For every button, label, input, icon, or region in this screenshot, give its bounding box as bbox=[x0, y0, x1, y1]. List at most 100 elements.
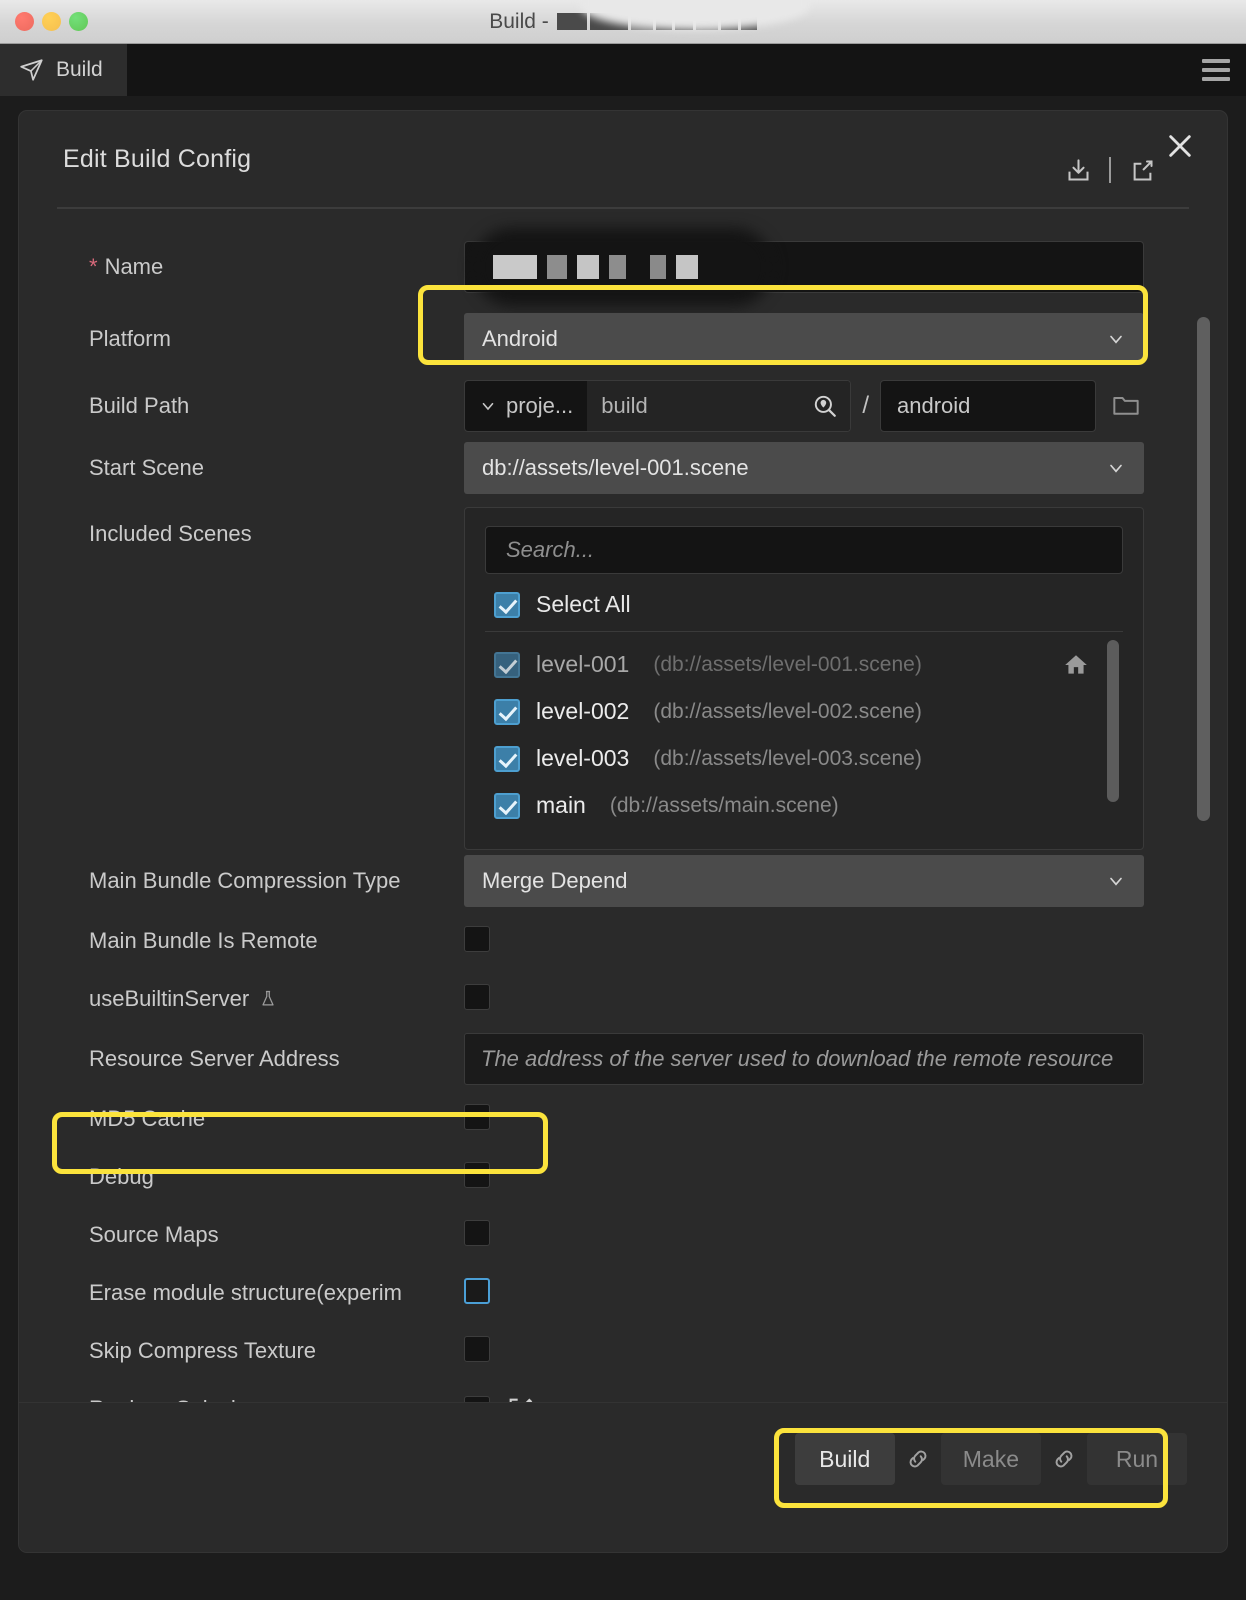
build-path-target-value: android bbox=[897, 393, 970, 419]
list-item[interactable]: level-001 (db://assets/level-001.scene) bbox=[485, 641, 1123, 688]
home-icon bbox=[1063, 652, 1089, 678]
row-use-builtin-server: useBuiltinServer bbox=[19, 970, 1227, 1028]
list-item[interactable]: level-002 (db://assets/level-002.scene) bbox=[485, 688, 1123, 735]
row-name: *Name bbox=[19, 231, 1227, 303]
row-erase-module-structure: Erase module structure(experim bbox=[19, 1264, 1227, 1322]
select-all-label: Select All bbox=[536, 591, 631, 618]
row-start-scene: Start Scene db://assets/level-001.scene bbox=[19, 437, 1227, 499]
scene-checkbox[interactable] bbox=[494, 793, 520, 819]
hamburger-icon[interactable] bbox=[1202, 59, 1230, 81]
build-config-form: *Name Platform Android bbox=[19, 209, 1227, 1509]
name-input[interactable] bbox=[464, 241, 1144, 293]
close-icon[interactable] bbox=[1163, 129, 1197, 163]
source-maps-checkbox[interactable] bbox=[464, 1220, 490, 1246]
select-all-checkbox[interactable] bbox=[494, 592, 520, 618]
chevron-down-icon bbox=[1106, 458, 1126, 478]
row-debug: Debug bbox=[19, 1148, 1227, 1206]
row-main-bundle-is-remote: Main Bundle Is Remote bbox=[19, 912, 1227, 970]
label-md5-cache: MD5 Cache bbox=[89, 1106, 464, 1132]
label-name: *Name bbox=[89, 254, 464, 280]
path-separator: / bbox=[851, 392, 880, 420]
scene-path: (db://assets/main.scene) bbox=[610, 794, 839, 818]
build-path-prefix-dropdown[interactable]: proje... bbox=[465, 393, 587, 419]
main-bundle-compression-type-value: Merge Depend bbox=[482, 868, 628, 894]
build-path-target-input[interactable]: android bbox=[880, 380, 1096, 432]
tab-build[interactable]: Build bbox=[0, 44, 127, 96]
md5-cache-checkbox[interactable] bbox=[464, 1104, 490, 1130]
experimental-flask-icon bbox=[258, 989, 278, 1009]
list-item[interactable]: main (db://assets/main.scene) bbox=[485, 782, 1123, 829]
resource-server-address-input[interactable]: The address of the server used to downlo… bbox=[464, 1033, 1144, 1085]
label-use-builtin-server: useBuiltinServer bbox=[89, 986, 464, 1012]
scene-checkbox[interactable] bbox=[494, 746, 520, 772]
label-resource-server-address: Resource Server Address bbox=[89, 1046, 464, 1072]
start-scene-value: db://assets/level-001.scene bbox=[482, 455, 749, 481]
skip-compress-texture-checkbox[interactable] bbox=[464, 1336, 490, 1362]
row-resource-server-address: Resource Server Address The address of t… bbox=[19, 1028, 1227, 1090]
label-skip-compress-texture: Skip Compress Texture bbox=[89, 1338, 464, 1364]
link-icon[interactable] bbox=[1051, 1446, 1077, 1472]
build-path-dir-value: build bbox=[601, 393, 647, 419]
main-bundle-is-remote-checkbox[interactable] bbox=[464, 926, 490, 952]
dialog-footer: Build Make Run bbox=[19, 1402, 1227, 1552]
scene-checkbox[interactable] bbox=[494, 699, 520, 725]
label-platform: Platform bbox=[89, 326, 464, 352]
scene-name: level-001 bbox=[536, 651, 629, 678]
label-main-bundle-is-remote: Main Bundle Is Remote bbox=[89, 928, 464, 954]
label-start-scene: Start Scene bbox=[89, 455, 464, 481]
import-icon[interactable] bbox=[1063, 155, 1093, 185]
list-item[interactable]: level-003 (db://assets/level-003.scene) bbox=[485, 735, 1123, 782]
scene-path: (db://assets/level-002.scene) bbox=[653, 700, 921, 724]
run-button[interactable]: Run bbox=[1087, 1433, 1187, 1485]
edit-build-config-dialog: Edit Build Config bbox=[18, 110, 1228, 1553]
label-source-maps: Source Maps bbox=[89, 1222, 464, 1248]
window-titlebar: Build - bbox=[0, 0, 1246, 44]
window-title-redaction bbox=[557, 13, 757, 30]
required-marker: * bbox=[89, 254, 98, 279]
scenes-search-placeholder: Search... bbox=[506, 537, 594, 563]
platform-select[interactable]: Android bbox=[464, 313, 1144, 365]
build-path-dir-input[interactable]: build bbox=[587, 381, 850, 431]
window-title-text: Build - bbox=[489, 10, 549, 34]
scenes-search-input[interactable]: Search... bbox=[485, 526, 1123, 574]
chevron-down-icon bbox=[1106, 329, 1126, 349]
erase-module-structure-checkbox[interactable] bbox=[464, 1278, 490, 1304]
resource-server-address-placeholder: The address of the server used to downlo… bbox=[481, 1046, 1113, 1072]
dialog-header-actions bbox=[1063, 155, 1157, 185]
use-builtin-server-checkbox[interactable] bbox=[464, 984, 490, 1010]
main-bundle-compression-type-select[interactable]: Merge Depend bbox=[464, 855, 1144, 907]
included-scenes-panel: Search... Select All level-001 (db://ass… bbox=[464, 507, 1144, 850]
label-build-path: Build Path bbox=[89, 393, 464, 419]
scene-name: level-002 bbox=[536, 698, 629, 725]
search-location-icon[interactable] bbox=[812, 393, 838, 419]
chevron-down-icon bbox=[479, 397, 497, 415]
start-scene-select[interactable]: db://assets/level-001.scene bbox=[464, 442, 1144, 494]
build-path-prefix-label: proje... bbox=[506, 393, 573, 419]
row-skip-compress-texture: Skip Compress Texture bbox=[19, 1322, 1227, 1380]
label-included-scenes: Included Scenes bbox=[89, 507, 464, 547]
build-path-dir-group: proje... build bbox=[464, 380, 851, 432]
send-icon bbox=[19, 57, 45, 83]
row-included-scenes: Included Scenes Search... Select All lev… bbox=[19, 499, 1227, 850]
label-erase-module-structure: Erase module structure(experim bbox=[89, 1280, 464, 1306]
scene-list-scrollbar[interactable] bbox=[1107, 640, 1119, 802]
build-action-group: Build Make Run bbox=[795, 1433, 1187, 1485]
folder-icon[interactable] bbox=[1110, 391, 1144, 421]
build-button[interactable]: Build bbox=[795, 1433, 895, 1485]
form-scrollbar[interactable] bbox=[1197, 317, 1210, 821]
debug-checkbox[interactable] bbox=[464, 1162, 490, 1188]
dialog-title: Edit Build Config bbox=[63, 145, 251, 174]
link-icon[interactable] bbox=[905, 1446, 931, 1472]
export-icon[interactable] bbox=[1127, 155, 1157, 185]
row-main-bundle-compression-type: Main Bundle Compression Type Merge Depen… bbox=[19, 850, 1227, 912]
dialog-header: Edit Build Config bbox=[19, 111, 1227, 207]
row-platform: Platform Android bbox=[19, 303, 1227, 375]
header-divider bbox=[1109, 157, 1111, 183]
panel-tabstrip: Build bbox=[0, 44, 1246, 96]
make-button[interactable]: Make bbox=[941, 1433, 1041, 1485]
scene-checkbox[interactable] bbox=[494, 652, 520, 678]
scene-name: main bbox=[536, 792, 586, 819]
select-all-row[interactable]: Select All bbox=[485, 585, 1123, 632]
scene-path: (db://assets/level-003.scene) bbox=[653, 747, 921, 771]
scene-name: level-003 bbox=[536, 745, 629, 772]
